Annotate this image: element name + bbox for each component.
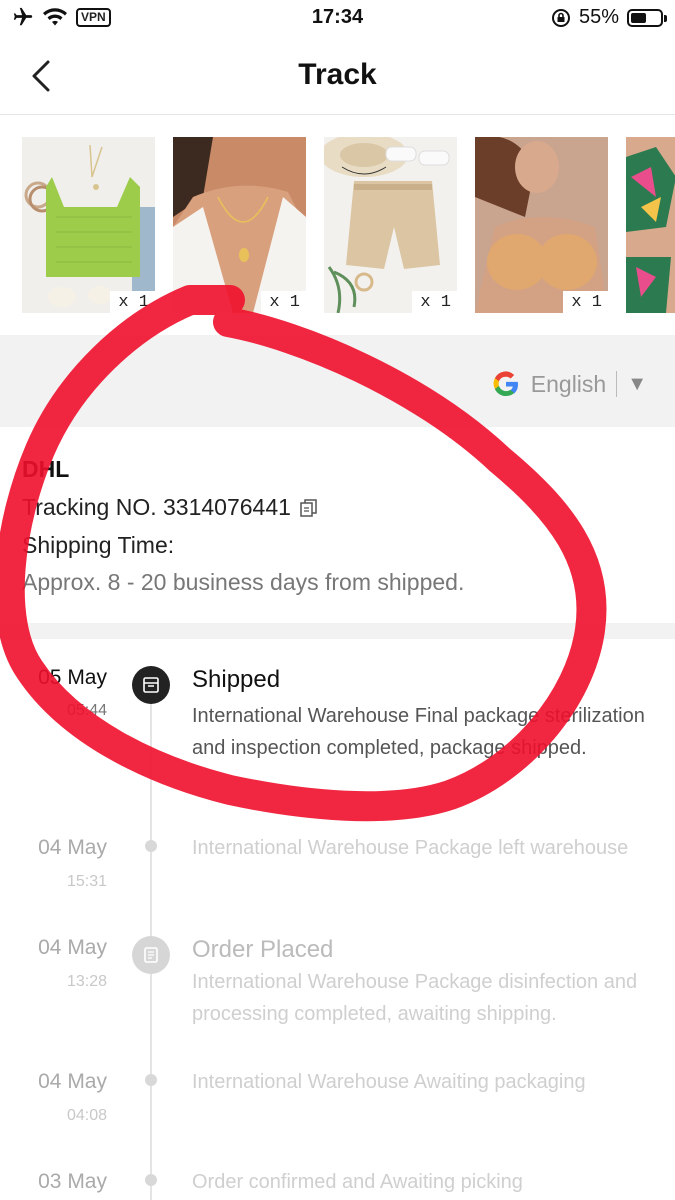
- bikini-image: [626, 137, 675, 313]
- language-selector[interactable]: English ▼: [491, 369, 647, 399]
- section-divider: [0, 623, 675, 639]
- product-thumbnail[interactable]: x 1: [173, 137, 306, 313]
- tracking-number: Tracking NO. 3314076441: [22, 494, 291, 520]
- tracking-timeline: 05 May 05:44 Shipped International Wareh…: [0, 640, 675, 1200]
- timeline-dot: [145, 1074, 157, 1086]
- event-time: 04:08: [66, 1107, 107, 1124]
- nav-bar: Track: [0, 40, 675, 115]
- shipment-info: DHL Tracking NO. 3314076441 Shipping Tim…: [0, 428, 675, 623]
- product-thumbnail[interactable]: x 1: [475, 137, 608, 313]
- battery-percent: 55%: [578, 6, 619, 28]
- language-label: English: [530, 370, 607, 397]
- carrier-name: DHL: [22, 456, 70, 482]
- event-time: 15:31: [66, 873, 107, 890]
- orientation-lock-icon: [551, 8, 570, 27]
- shipping-time-value: Approx. 8 - 20 business days from shippe…: [22, 569, 465, 595]
- product-thumbnail-strip[interactable]: x 1 x 1 x 1 x 1: [0, 115, 675, 333]
- quantity-label: x 1: [412, 291, 457, 313]
- product-thumbnail[interactable]: x 1: [324, 137, 457, 313]
- event-date: 04 May: [38, 936, 107, 959]
- quantity-label: x 1: [261, 291, 306, 313]
- product-thumbnail[interactable]: [626, 137, 675, 313]
- event-date: 05 May: [38, 666, 107, 689]
- translation-bar: English ▼: [0, 335, 675, 427]
- event-time: 13:28: [66, 973, 107, 990]
- language-divider: [616, 371, 618, 397]
- event-date: 04 May: [38, 1070, 107, 1093]
- green-top-image: [22, 137, 155, 313]
- event-time: 05:44: [66, 702, 107, 719]
- necklace-image: [173, 137, 306, 313]
- event-date: 04 May: [38, 836, 107, 859]
- event-description: International Warehouse Package disinfec…: [192, 971, 638, 1025]
- event-description: Order confirmed and Awaiting picking: [192, 1171, 523, 1193]
- tracking-number-row: Tracking NO. 3314076441: [22, 494, 319, 521]
- status-right: 55%: [551, 6, 667, 29]
- shorts-image: [324, 137, 457, 313]
- status-bar: VPN 17:34 55%: [0, 0, 675, 38]
- page-title: Track: [298, 58, 377, 91]
- caret-down-icon: ▼: [627, 372, 647, 395]
- battery-icon: [627, 8, 667, 27]
- timeline-dot: [145, 840, 157, 852]
- copy-icon[interactable]: [299, 498, 319, 518]
- product-thumbnail[interactable]: x 1: [22, 137, 155, 313]
- event-description: International Warehouse Final package st…: [192, 705, 645, 759]
- order-placed-icon: [132, 936, 170, 974]
- quantity-label: x 1: [563, 291, 608, 313]
- timeline-dot: [145, 1174, 157, 1186]
- event-description: International Warehouse Package left war…: [192, 837, 629, 859]
- event-title: Shipped: [192, 666, 281, 693]
- event-title: Order Placed: [192, 936, 334, 963]
- shipped-box-icon: [132, 666, 170, 704]
- quantity-label: x 1: [110, 291, 155, 313]
- shipping-time-label: Shipping Time:: [22, 532, 175, 558]
- bra-image: [475, 137, 608, 313]
- google-icon: [493, 371, 518, 397]
- event-description: International Warehouse Awaiting packagi…: [192, 1071, 586, 1093]
- event-date: 03 May: [38, 1170, 107, 1193]
